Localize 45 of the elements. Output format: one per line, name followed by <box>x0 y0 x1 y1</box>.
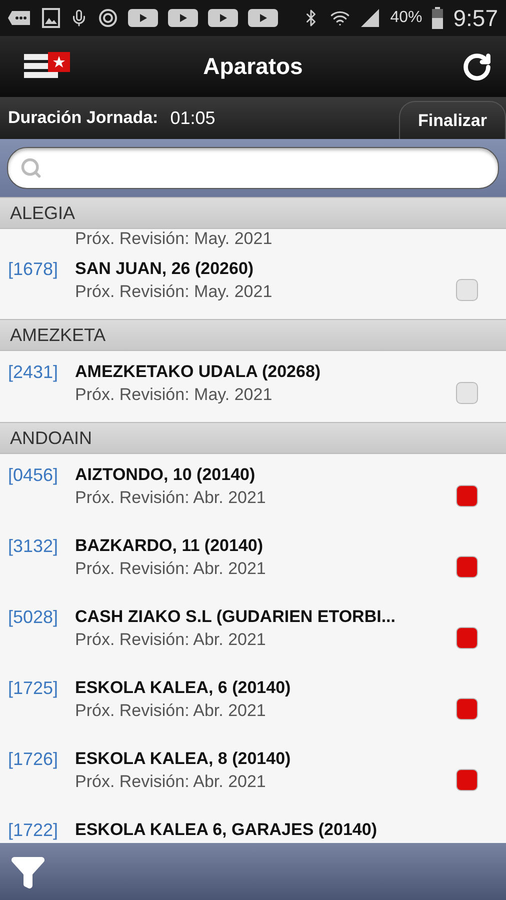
shift-duration-label: Duración Jornada: <box>8 108 158 128</box>
next-revision: Próx. Revisión: May. 2021 <box>75 282 274 302</box>
next-revision: Próx. Revisión: Abr. 2021 <box>75 630 267 650</box>
play-icon <box>208 8 238 28</box>
next-revision: Próx. Revisión: May. 2021 <box>75 229 272 249</box>
section-header: ANDOAIN <box>0 422 506 454</box>
clock: 9:57 <box>453 4 498 32</box>
device-code[interactable]: [1678] <box>8 259 75 280</box>
signal-icon <box>360 8 380 28</box>
refresh-icon[interactable] <box>462 52 492 82</box>
message-icon <box>8 9 32 27</box>
device-name: AMEZKETAKO UDALA (20268) <box>75 362 322 382</box>
device-code[interactable]: [1725] <box>8 678 75 699</box>
device-name: ESKOLA KALEA, 8 (20140) <box>75 749 292 769</box>
next-revision: Próx. Revisión: Abr. 2021 <box>75 488 267 508</box>
device-code[interactable]: [5028] <box>8 607 75 628</box>
search-icon <box>20 157 42 179</box>
next-revision: Próx. Revisión: Abr. 2021 <box>75 772 267 792</box>
next-revision: Próx. Revisión: May. 2021 <box>75 385 274 405</box>
shift-duration-value: 01:05 <box>170 108 216 128</box>
image-icon <box>42 8 60 28</box>
device-code[interactable]: [3132] <box>8 536 75 557</box>
device-code[interactable]: [1722] <box>8 820 75 841</box>
page-title: Aparatos <box>202 53 304 80</box>
device-name: ESKOLA KALEA 6, GARAJES (20140) <box>75 820 378 840</box>
section-header: AMEZKETA <box>0 319 506 351</box>
next-revision: Próx. Revisión: Abr. 2021 <box>75 701 267 721</box>
search-field[interactable] <box>7 147 499 189</box>
next-revision: Próx. Revisión: Abr. 2021 <box>75 559 267 579</box>
section-header: ALEGIA <box>0 197 506 229</box>
device-name: CASH ZIAKO S.L (GUDARIEN ETORBI... <box>75 607 397 627</box>
device-name: SAN JUAN, 26 (20260) <box>75 259 255 279</box>
device-name: AIZTONDO, 10 (20140) <box>75 465 256 485</box>
battery-percent: 40% <box>390 9 422 27</box>
device-code[interactable]: [1726] <box>8 749 75 770</box>
device-code[interactable]: [2431] <box>8 362 75 383</box>
device-code[interactable]: [0456] <box>8 465 75 486</box>
device-name: ESKOLA KALEA, 6 (20140) <box>75 678 292 698</box>
play-icon <box>168 8 198 28</box>
battery-icon <box>432 7 444 29</box>
mic-icon <box>70 9 88 27</box>
play-icon <box>248 8 278 28</box>
device-name: BAZKARDO, 11 (20140) <box>75 536 264 556</box>
play-icon <box>128 8 158 28</box>
finish-button[interactable]: Finalizar <box>399 101 506 139</box>
